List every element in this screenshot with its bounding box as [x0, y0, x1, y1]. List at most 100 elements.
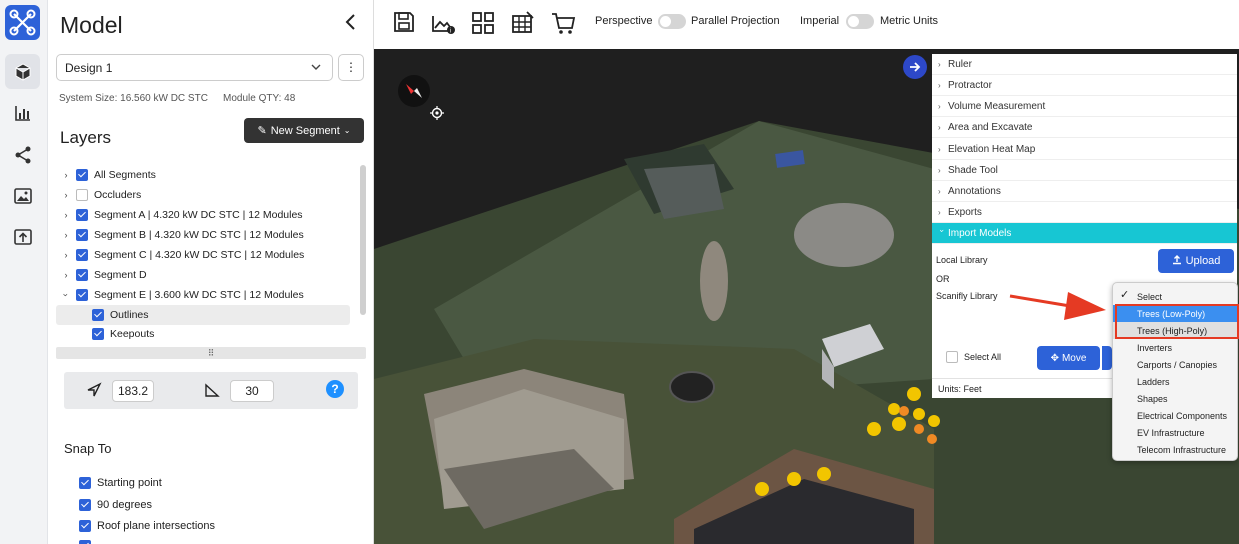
chevron-right-icon: › — [938, 101, 941, 111]
tool-label: Import Models — [948, 227, 1012, 239]
dropdown-option[interactable]: Ladders — [1113, 373, 1237, 390]
tool-protractor[interactable]: › Protractor — [932, 75, 1237, 96]
snap-checkbox[interactable] — [79, 520, 91, 532]
system-size: System Size: 16.560 kW DC STC — [59, 93, 208, 104]
azimuth-pitch-box: 183.2 30 ? — [64, 372, 358, 409]
layer-checkbox[interactable] — [92, 309, 104, 321]
expand-arrow-icon[interactable]: › — [60, 190, 72, 200]
chevron-right-icon: › — [938, 186, 941, 196]
azimuth-input[interactable]: 183.2 — [112, 380, 154, 402]
save-icon[interactable] — [392, 10, 418, 36]
toggle-tools-arrow-icon[interactable] — [903, 55, 927, 79]
move-button[interactable]: ✥ Move — [1037, 346, 1100, 370]
layer-label: All Segments — [94, 169, 156, 181]
tool-import-models[interactable]: › Import Models — [932, 223, 1237, 244]
dropdown-option[interactable]: ✓ Select — [1113, 288, 1237, 305]
pitch-angle-icon — [204, 382, 220, 403]
tool-heatmap[interactable]: › Elevation Heat Map — [932, 139, 1237, 160]
collapse-panel-icon[interactable] — [344, 12, 358, 38]
layer-row[interactable]: › Occluders — [60, 185, 141, 205]
panel-title: Model — [60, 12, 123, 38]
or-label: OR — [936, 274, 950, 284]
new-segment-button[interactable]: ✎ New Segment ⌄ — [244, 118, 364, 143]
expand-arrow-icon[interactable]: › — [60, 270, 72, 280]
layer-checkbox[interactable] — [76, 169, 88, 181]
tool-ruler[interactable]: › Ruler — [932, 54, 1237, 75]
collapse-arrow-icon[interactable]: › — [61, 289, 71, 301]
expand-arrow-icon[interactable]: › — [60, 250, 72, 260]
layer-row[interactable]: › Segment E | 3.600 kW DC STC | 12 Modul… — [60, 285, 304, 305]
layer-label: Outlines — [110, 309, 149, 321]
snap-label: Starting point — [97, 477, 162, 489]
layer-row[interactable]: Keepouts — [92, 324, 154, 344]
layer-row[interactable]: › All Segments — [60, 165, 156, 185]
cart-measure-icon[interactable] — [550, 10, 576, 36]
snap-checkbox[interactable] — [79, 477, 91, 489]
layer-row-selected[interactable]: Outlines — [56, 305, 350, 325]
help-icon[interactable]: ? — [326, 380, 344, 398]
tool-volume[interactable]: › Volume Measurement — [932, 96, 1237, 117]
option-label: EV Infrastructure — [1137, 427, 1205, 438]
app-logo-icon[interactable] — [5, 5, 40, 40]
dropdown-option[interactable]: EV Infrastructure — [1113, 424, 1237, 441]
dropdown-option[interactable]: Electrical Components — [1113, 407, 1237, 424]
layer-row[interactable]: › Segment C | 4.320 kW DC STC | 12 Modul… — [60, 245, 304, 265]
chevron-right-icon: › — [938, 207, 941, 217]
layer-checkbox[interactable] — [76, 269, 88, 281]
snap-option[interactable] — [79, 540, 97, 544]
expand-arrow-icon[interactable]: › — [60, 170, 72, 180]
layer-checkbox[interactable] — [76, 229, 88, 241]
tool-area[interactable]: › Area and Excavate — [932, 117, 1237, 138]
layer-label: Segment E | 3.600 kW DC STC | 12 Modules — [94, 289, 304, 301]
layer-checkbox[interactable] — [76, 249, 88, 261]
share-icon[interactable] — [5, 137, 40, 172]
select-all-checkbox[interactable] — [946, 351, 958, 363]
upload-button[interactable]: Upload — [1158, 249, 1234, 273]
tool-annotations[interactable]: › Annotations — [932, 181, 1237, 202]
chart-icon[interactable] — [5, 95, 40, 130]
model-cube-icon[interactable] — [5, 54, 40, 89]
image-edit-icon[interactable]: i — [430, 10, 456, 36]
units-toggle[interactable] — [846, 14, 874, 29]
rotate-button[interactable] — [1102, 346, 1112, 370]
move-label: Move — [1061, 352, 1087, 364]
pitch-input[interactable]: 30 — [230, 380, 274, 402]
option-label: Electrical Components — [1137, 410, 1228, 421]
snap-option[interactable]: Roof plane intersections — [79, 520, 215, 532]
image-gallery-icon[interactable] — [5, 178, 40, 213]
snap-option[interactable]: Starting point — [79, 477, 162, 489]
compass-icon[interactable] — [398, 75, 430, 107]
layer-checkbox[interactable] — [76, 289, 88, 301]
azimuth-arrow-icon — [86, 382, 102, 403]
layer-row[interactable]: › Segment B | 4.320 kW DC STC | 12 Modul… — [60, 225, 304, 245]
layer-checkbox[interactable] — [92, 328, 104, 340]
upload-tray-icon[interactable] — [5, 219, 40, 254]
panel-layout-icon[interactable] — [510, 10, 536, 36]
projection-toggle[interactable] — [658, 14, 686, 29]
dropdown-option[interactable]: Carports / Canopies — [1113, 356, 1237, 373]
layer-row[interactable]: › Segment A | 4.320 kW DC STC | 12 Modul… — [60, 205, 303, 225]
tool-shade[interactable]: › Shade Tool — [932, 160, 1237, 181]
snap-checkbox[interactable] — [79, 499, 91, 511]
expand-arrow-icon[interactable]: › — [60, 210, 72, 220]
module-qty: Module QTY: 48 — [223, 93, 296, 104]
design-select[interactable]: Design 1 — [56, 54, 333, 81]
dropdown-option[interactable]: Inverters — [1113, 339, 1237, 356]
layer-checkbox[interactable] — [76, 209, 88, 221]
tool-label: Exports — [948, 206, 982, 218]
gallery-grid-icon[interactable] — [470, 10, 496, 36]
design-menu-kebab-icon[interactable]: ⋮ — [338, 54, 364, 81]
tool-exports[interactable]: › Exports — [932, 202, 1237, 223]
dropdown-option[interactable]: Shapes — [1113, 390, 1237, 407]
option-label: Shapes — [1137, 393, 1168, 404]
resize-handle[interactable]: ⠿ — [56, 347, 366, 359]
layers-scrollbar[interactable] — [360, 165, 366, 315]
snap-option[interactable]: 90 degrees — [79, 499, 152, 511]
expand-arrow-icon[interactable]: › — [60, 230, 72, 240]
recenter-icon[interactable] — [430, 106, 444, 120]
dropdown-option[interactable]: Telecom Infrastructure — [1113, 441, 1237, 458]
select-all-row[interactable]: Select All — [946, 351, 1001, 363]
snap-checkbox[interactable] — [79, 540, 91, 544]
layer-checkbox[interactable] — [76, 189, 88, 201]
layer-row[interactable]: › Segment D — [60, 265, 147, 285]
